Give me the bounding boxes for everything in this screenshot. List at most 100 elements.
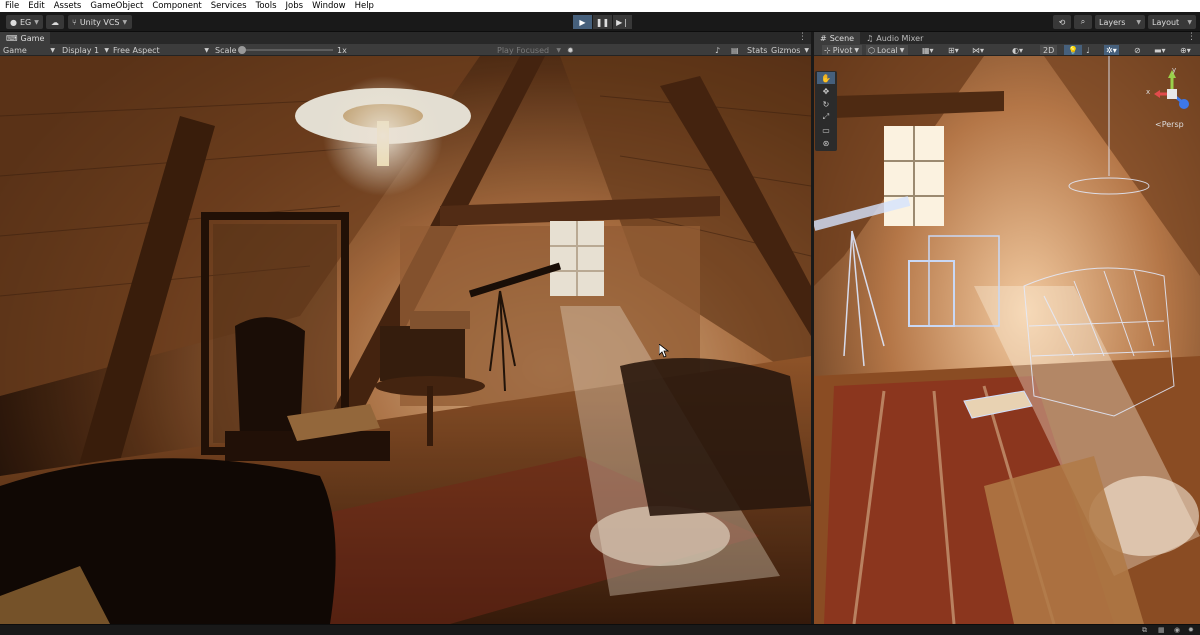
aspect-label: Free Aspect xyxy=(113,45,160,55)
bug-icon[interactable]: ✹ xyxy=(567,45,574,55)
axis-y-label: y xyxy=(1172,66,1177,74)
menu-jobs[interactable]: Jobs xyxy=(286,0,304,12)
history-button[interactable]: ⟲ xyxy=(1053,15,1071,29)
scene-viewport[interactable] xyxy=(814,56,1200,624)
vcs-dropdown[interactable]: ⑂ Unity VCS ▼ xyxy=(68,15,132,29)
hidden-objects-icon[interactable]: ⊘ xyxy=(1134,45,1141,55)
menu-file[interactable]: File xyxy=(5,0,19,12)
chevron-down-icon: ▼ xyxy=(899,46,905,54)
perspective-toggle[interactable]: <Persp xyxy=(1155,120,1184,129)
gizmos-dropdown[interactable]: Gizmos ▼ xyxy=(771,45,809,55)
snap-increment-icon[interactable]: ⋈▾ xyxy=(972,45,984,55)
gizmos-toggle-icon[interactable]: ⊕▾ xyxy=(1180,45,1191,55)
layout-dropdown[interactable]: Layout ▼ xyxy=(1148,15,1196,29)
menu-component[interactable]: Component xyxy=(152,0,201,12)
scale-slider[interactable] xyxy=(238,45,333,55)
scale-label: Scale xyxy=(215,45,237,55)
scene-tab-row: # Scene ♫ Audio Mixer ⋮ xyxy=(814,32,1200,44)
scale-slider-track xyxy=(238,49,333,51)
network-icon[interactable]: ⧉ xyxy=(1142,626,1147,635)
tab-audio-mixer[interactable]: ♫ Audio Mixer xyxy=(860,32,929,44)
account-dropdown[interactable]: ● EG ▼ xyxy=(6,15,43,29)
move-tool-icon[interactable]: ✥ xyxy=(817,85,835,97)
cloud-icon: ☁ xyxy=(51,17,59,27)
game-mode-dropdown[interactable]: Game ▼ xyxy=(3,45,55,55)
menu-help[interactable]: Help xyxy=(355,0,374,12)
playback-controls: ▶ ❚❚ ▶❘ xyxy=(573,15,632,29)
search-button[interactable]: ⌕ xyxy=(1074,15,1092,29)
chevron-down-icon: ▼ xyxy=(556,46,561,54)
scale-value: 1x xyxy=(337,45,347,55)
game-control-bar: Game ▼ Display 1 ▼ Free Aspect ▼ Scale 1… xyxy=(0,44,811,56)
orientation-gizmo[interactable]: y x xyxy=(1146,66,1190,116)
tab-scene[interactable]: # Scene xyxy=(814,32,861,44)
display-label: Display 1 xyxy=(62,45,100,55)
play-icon: ▶ xyxy=(579,17,586,27)
scene-render xyxy=(814,56,1200,624)
display-dropdown[interactable]: Display 1 ▼ xyxy=(62,45,109,55)
pivot-icon: ⊹ xyxy=(824,45,831,55)
chevron-down-icon: ▼ xyxy=(50,46,55,54)
step-icon: ▶❘ xyxy=(616,17,629,27)
layers-label: Layers xyxy=(1099,17,1126,27)
menu-edit[interactable]: Edit xyxy=(28,0,44,12)
game-viewport[interactable] xyxy=(0,56,811,624)
main-toolbar: ● EG ▼ ☁ ⑂ Unity VCS ▼ ▶ ❚❚ ▶❘ ⟲ ⌕ Layer… xyxy=(0,12,1200,32)
gizmos-label: Gizmos xyxy=(771,45,801,55)
menu-services[interactable]: Services xyxy=(211,0,247,12)
menu-gameobject[interactable]: GameObject xyxy=(90,0,143,12)
step-button[interactable]: ▶❘ xyxy=(613,15,632,29)
stats-button[interactable]: Stats xyxy=(747,45,767,55)
lighting-toggle-icon[interactable]: 💡 xyxy=(1064,45,1082,55)
aspect-dropdown[interactable]: Free Aspect ▼ xyxy=(113,45,209,55)
status-bar: ⧉ ▦ ◉ ✹ xyxy=(0,624,1200,635)
menu-assets[interactable]: Assets xyxy=(54,0,82,12)
keyboard-icon[interactable]: ▤ xyxy=(731,45,739,55)
cloud-button[interactable]: ☁ xyxy=(46,15,64,29)
tab-game[interactable]: ⌨ Game xyxy=(0,32,51,44)
chevron-down-icon: ▼ xyxy=(1136,18,1141,26)
layout-label: Layout xyxy=(1152,17,1180,27)
play-mode-label: Play Focused xyxy=(497,45,550,55)
play-button[interactable]: ▶ xyxy=(573,15,592,29)
chevron-down-icon: ▼ xyxy=(34,18,39,26)
tab-audio-mixer-label: Audio Mixer xyxy=(876,33,924,43)
axis-x-label: x xyxy=(1146,88,1151,96)
more-options-icon[interactable]: ⋮ xyxy=(798,32,807,42)
rect-tool-icon[interactable]: ▭ xyxy=(817,124,835,136)
progress-icon[interactable]: ▦ xyxy=(1158,626,1165,634)
account-icon: ● xyxy=(10,17,17,27)
toggle-2d-button[interactable]: 2D xyxy=(1040,45,1058,55)
mute-audio-icon[interactable]: ♪ xyxy=(715,45,720,55)
effects-toggle-icon[interactable]: ✲▾ xyxy=(1104,45,1119,55)
scale-tool-icon[interactable]: ⤢ xyxy=(817,111,835,123)
hand-tool-icon[interactable]: ✋ xyxy=(817,72,835,84)
transform-tool-icon[interactable]: ⊛ xyxy=(817,137,835,149)
menu-tools[interactable]: Tools xyxy=(256,0,277,12)
scene-tool-palette: ✋ ✥ ↻ ⤢ ▭ ⊛ xyxy=(815,71,837,151)
more-options-icon[interactable]: ⋮ xyxy=(1187,32,1196,42)
chevron-down-icon: ▼ xyxy=(804,46,809,54)
camera-settings-icon[interactable]: ▬▾ xyxy=(1154,45,1166,55)
cache-server-icon[interactable]: ◉ xyxy=(1174,626,1180,634)
tab-scene-label: Scene xyxy=(829,33,855,43)
game-tab-row: ⌨ Game ⋮ xyxy=(0,32,811,44)
search-icon: ⌕ xyxy=(1080,17,1086,26)
rotate-tool-icon[interactable]: ↻ xyxy=(817,98,835,110)
space-dropdown[interactable]: ⬡ Local ▼ xyxy=(866,45,908,55)
pivot-dropdown[interactable]: ⊹ Pivot ▼ xyxy=(822,45,862,55)
scale-slider-thumb[interactable] xyxy=(238,46,246,54)
chevron-down-icon: ▼ xyxy=(1187,18,1192,26)
grid-snap-icon[interactable]: ▦▾ xyxy=(922,45,934,55)
account-label: EG xyxy=(19,17,32,27)
play-mode-dropdown[interactable]: Play Focused ▼ xyxy=(497,45,561,55)
draw-mode-icon[interactable]: ◐▾ xyxy=(1012,45,1023,55)
audio-toggle-icon[interactable]: ♩ xyxy=(1086,45,1090,55)
menu-window[interactable]: Window xyxy=(312,0,346,12)
menu-bar: File Edit Assets GameObject Component Se… xyxy=(0,0,1200,12)
layers-dropdown[interactable]: Layers ▼ xyxy=(1095,15,1145,29)
pause-button[interactable]: ❚❚ xyxy=(593,15,612,29)
debug-mode-icon[interactable]: ✹ xyxy=(1188,626,1194,634)
game-render xyxy=(0,56,811,624)
grid-visibility-icon[interactable]: ⊞▾ xyxy=(948,45,959,55)
